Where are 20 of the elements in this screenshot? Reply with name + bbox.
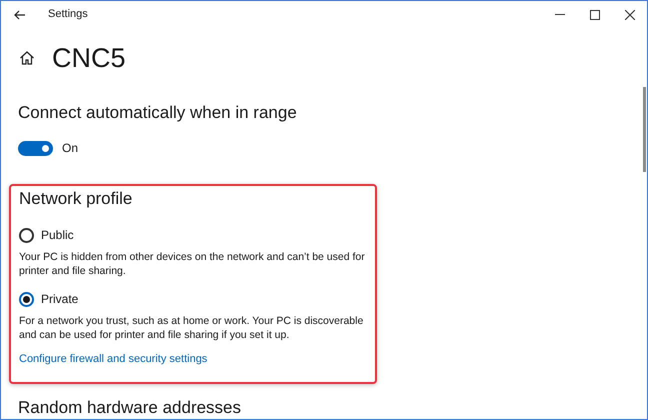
radio-button[interactable] xyxy=(19,292,34,306)
home-icon[interactable] xyxy=(19,50,35,66)
section-heading: Network profile xyxy=(19,188,134,210)
toggle-label: On xyxy=(62,140,78,157)
close-icon xyxy=(624,10,634,20)
option-description: For a network you trust, such as at home or work. Your PC is discoverable and can be used for printer and file sharing if you set it up. xyxy=(19,314,364,342)
firewall-settings-link[interactable]: Configure firewall and security settings xyxy=(19,351,208,368)
scrollbar-thumb[interactable] xyxy=(643,87,646,172)
page-title: CNC5 xyxy=(52,44,126,72)
minimize-icon xyxy=(554,14,564,15)
maximize-icon xyxy=(590,10,600,20)
option-description: Your PC is hidden from other devices on the network and can’t be used for printer and file sharing. xyxy=(19,250,366,278)
radio-label: Private xyxy=(41,291,78,308)
toggle-switch[interactable] xyxy=(18,140,53,156)
window-title: Settings xyxy=(48,7,88,22)
radio-button[interactable] xyxy=(19,228,34,242)
back-arrow-icon xyxy=(14,10,26,20)
section-heading: Connect automatically when in range xyxy=(18,102,298,124)
section-heading: Random hardware addresses xyxy=(18,396,242,418)
radio-label: Public xyxy=(41,227,74,244)
